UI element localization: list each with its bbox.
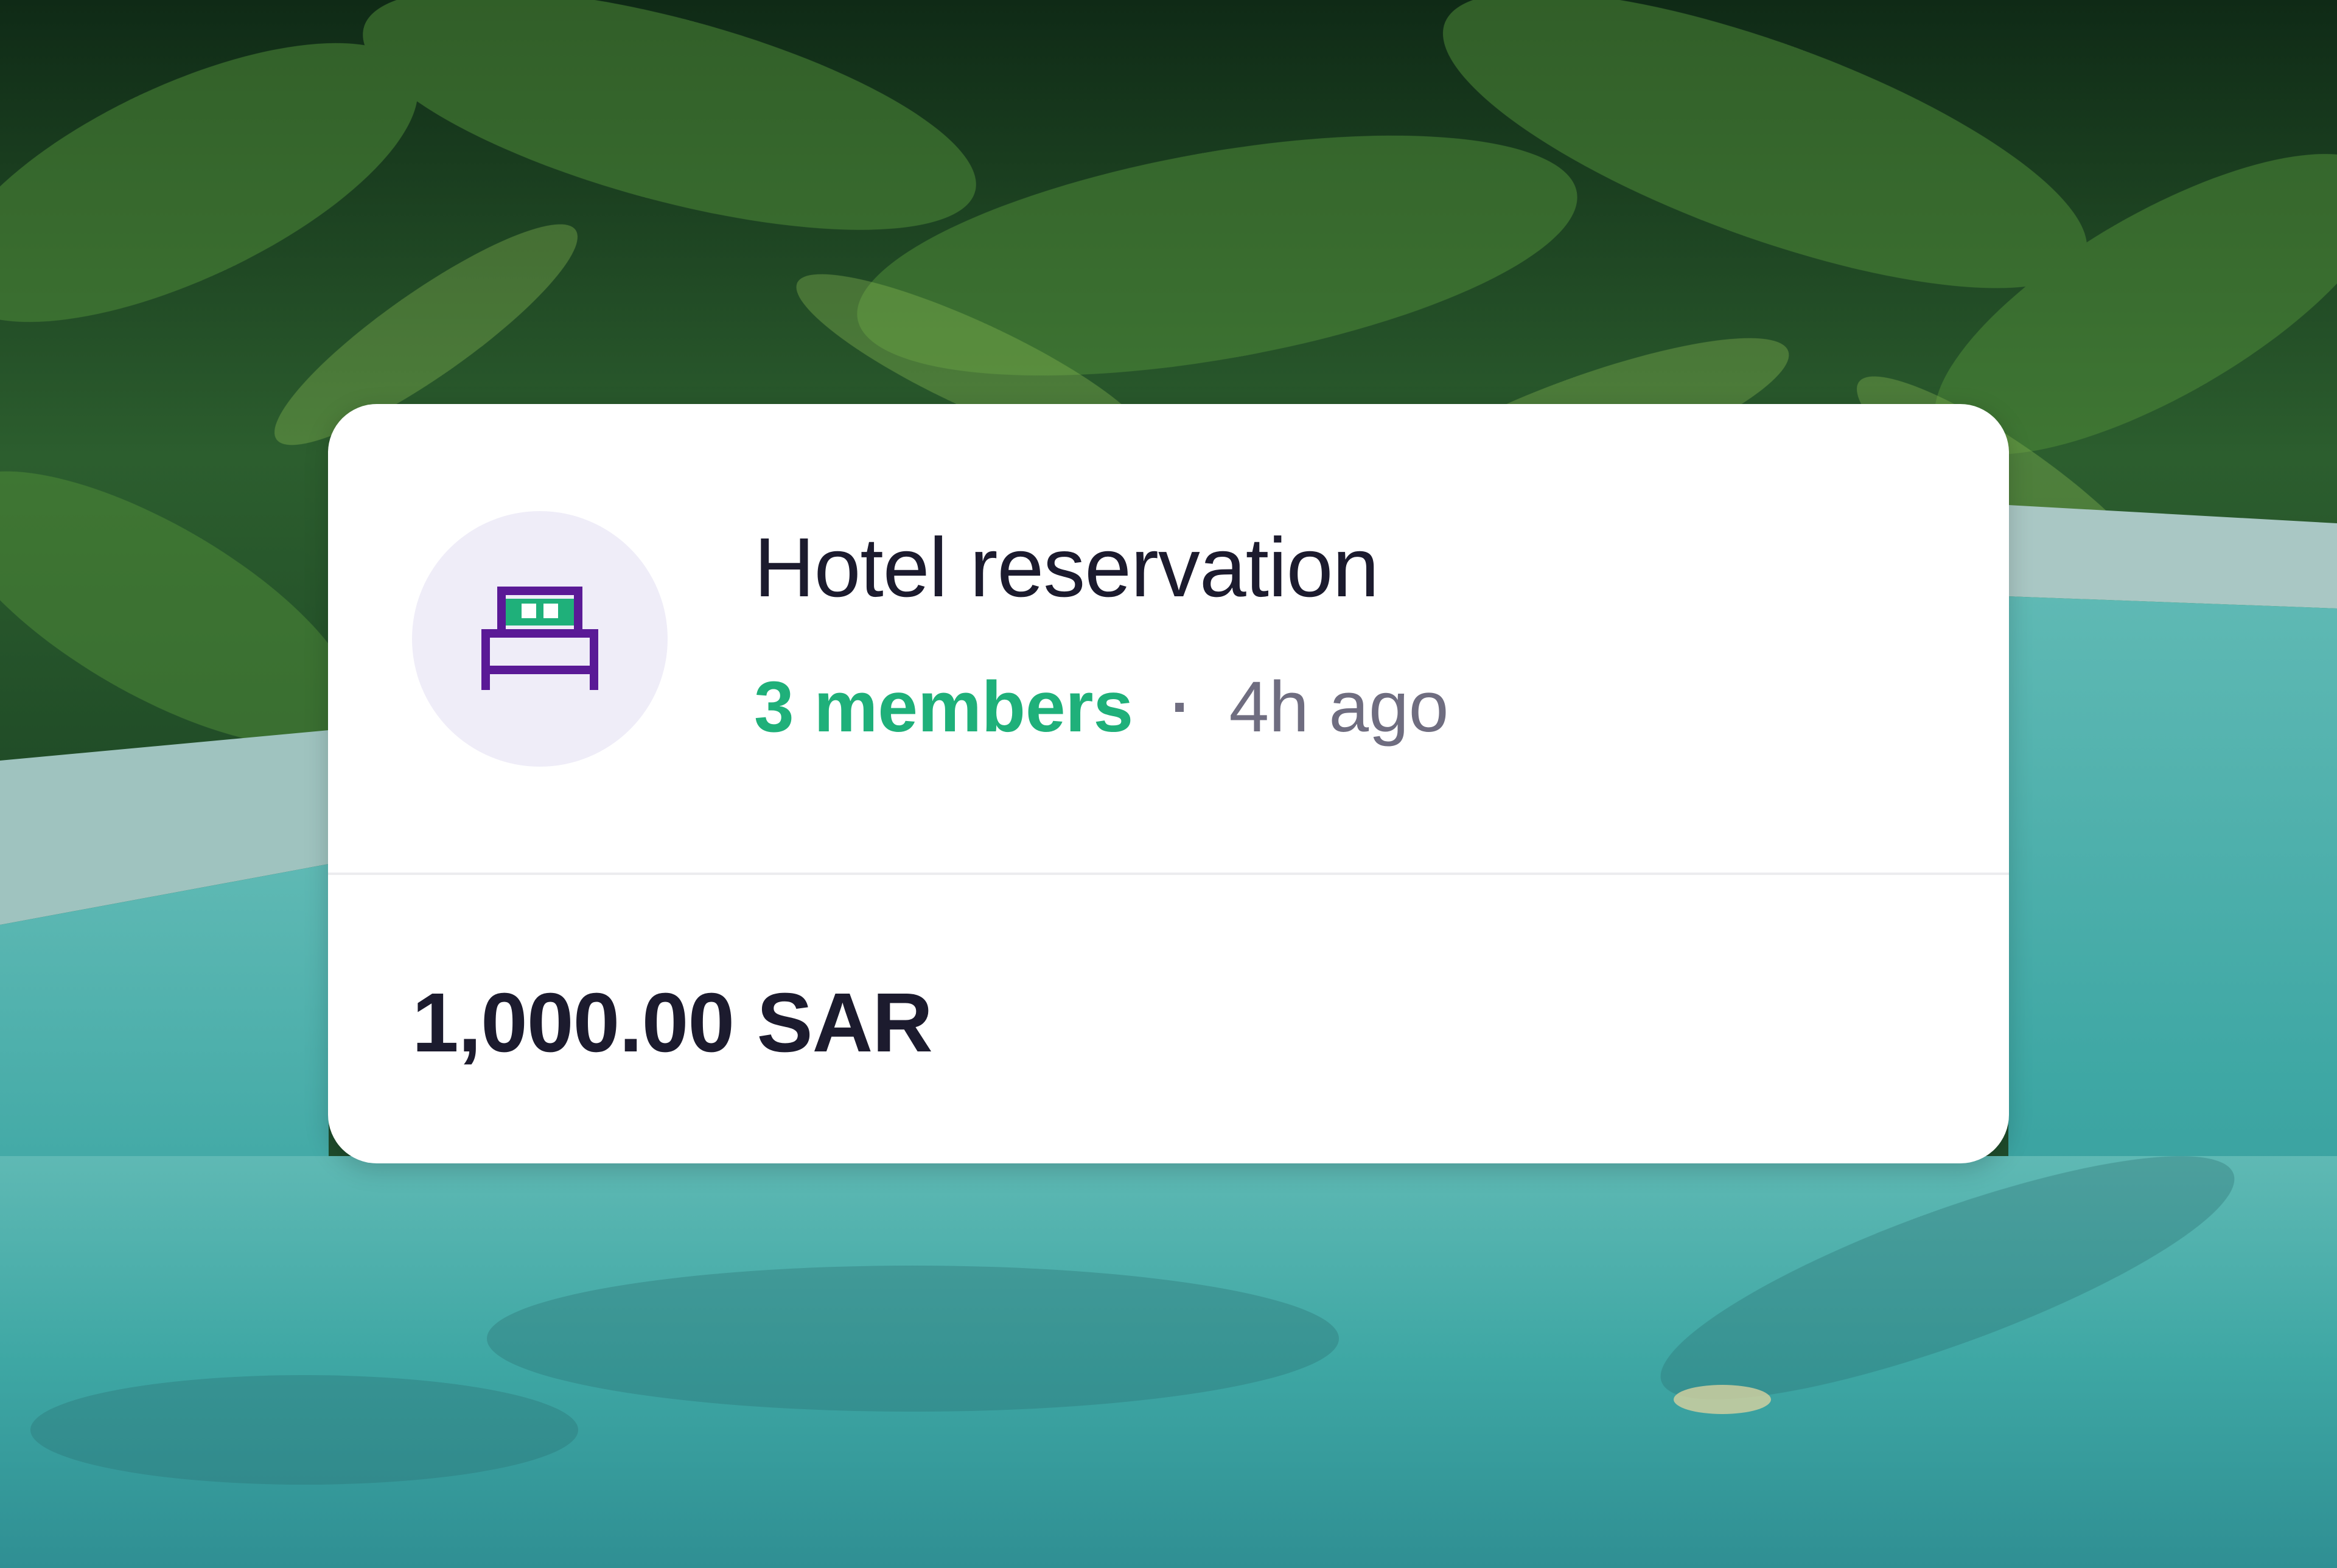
meta-separator: ·: [1171, 672, 1192, 741]
expense-title: Hotel reservation: [754, 521, 1379, 615]
bed-icon: [481, 587, 598, 690]
card-divider: [328, 873, 2009, 875]
timestamp: 4h ago: [1229, 667, 1449, 747]
category-icon-badge: [412, 511, 668, 767]
expense-amount: 1,000.00 SAR: [412, 976, 933, 1070]
expense-meta: 3 members · 4h ago: [754, 666, 1448, 748]
card-header: Hotel reservation 3 members · 4h ago: [328, 404, 2009, 873]
expense-card[interactable]: Hotel reservation 3 members · 4h ago 1,0…: [328, 404, 2009, 1163]
members-count[interactable]: 3 members: [754, 666, 1133, 748]
background-photo: Hotel reservation 3 members · 4h ago 1,0…: [0, 0, 2337, 1568]
